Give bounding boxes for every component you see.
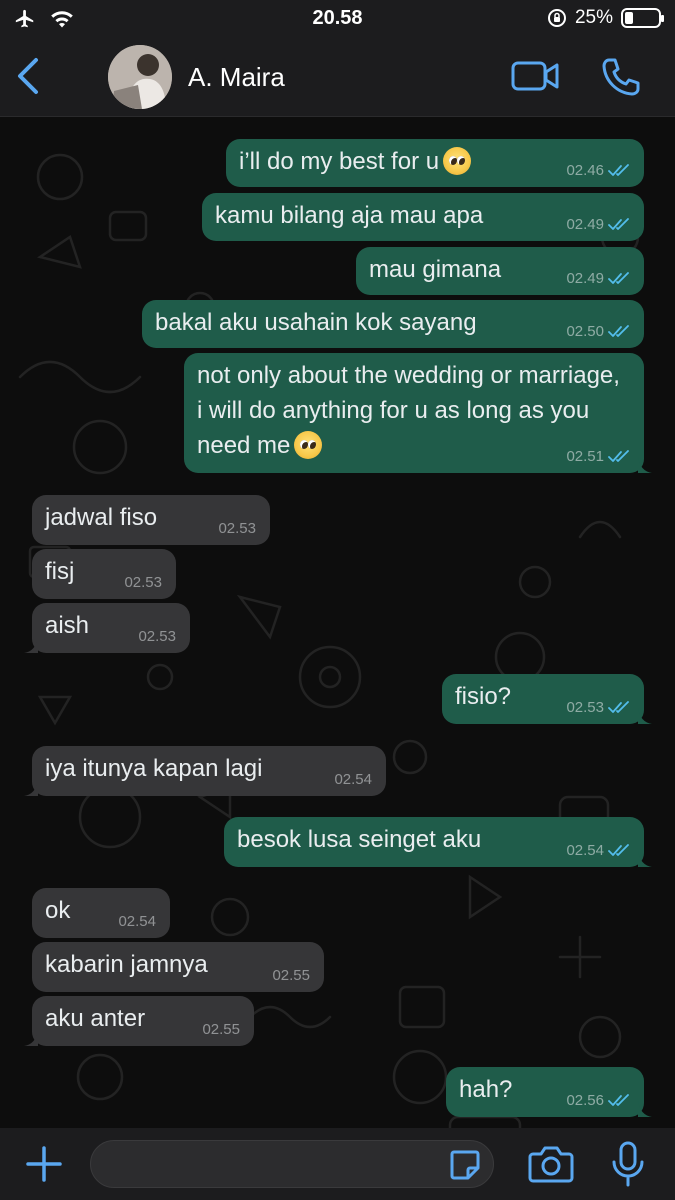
message-text: besok lusa seinget aku (237, 826, 482, 853)
message-time: 02.49 (566, 270, 604, 287)
read-ticks-icon (608, 325, 629, 337)
message-text: hah? (459, 1076, 513, 1103)
message-meta: 02.51 (566, 448, 630, 466)
input-bar (0, 1128, 675, 1200)
camera-icon[interactable] (528, 1144, 574, 1184)
message-text: fisio? (455, 683, 512, 710)
message-text: jadwal fiso (45, 504, 158, 531)
battery-percent: 25% (574, 7, 613, 28)
contact-name[interactable]: A. Maira (188, 62, 285, 93)
incoming-message[interactable]: aku anter 02.55 (24, 996, 254, 1046)
bubble-tail (638, 851, 652, 867)
read-ticks-icon (608, 164, 629, 176)
bubble-tail (24, 1030, 38, 1046)
message-meta: 02.53 (124, 574, 162, 592)
message-time: 02.55 (272, 967, 310, 984)
message-meta: 02.46 (566, 162, 630, 180)
video-camera-icon[interactable] (510, 58, 560, 94)
outgoing-message[interactable]: kamu bilang aja mau apa 02.49 (202, 193, 644, 241)
message-text: kabarin jamnya (45, 951, 208, 978)
read-ticks-icon (608, 272, 629, 284)
message-meta: 02.53 (566, 699, 630, 717)
outgoing-message[interactable]: not only about the wedding or marriage, … (184, 353, 652, 473)
message-meta: 02.55 (272, 967, 310, 985)
message-meta: 02.54 (566, 842, 630, 860)
message-text: i’ll do my best for u (239, 148, 440, 175)
incoming-message[interactable]: jadwal fiso 02.53 (32, 495, 270, 545)
message-meta: 02.54 (334, 771, 372, 789)
message-time: 02.56 (566, 1092, 604, 1109)
read-ticks-icon (608, 1094, 629, 1106)
outgoing-message[interactable]: mau gimana 02.49 (356, 247, 644, 295)
message-text: kamu bilang aja mau apa (215, 202, 484, 229)
message-text: aku anter (45, 1005, 146, 1032)
message-time: 02.54 (334, 771, 372, 788)
message-meta: 02.49 (566, 270, 630, 288)
sticker-icon[interactable] (448, 1148, 482, 1182)
read-ticks-icon (608, 450, 629, 462)
message-text: aish (45, 612, 90, 639)
plus-icon[interactable] (24, 1144, 64, 1184)
microphone-icon[interactable] (610, 1140, 646, 1188)
status-bar: 20.58 25% (0, 0, 675, 38)
outgoing-message[interactable]: besok lusa seinget aku 02.54 (224, 817, 652, 867)
message-meta: 02.53 (218, 520, 256, 538)
message-time: 02.53 (124, 574, 162, 591)
message-meta: 02.53 (138, 628, 176, 646)
battery-icon (621, 8, 664, 28)
bubble-tail (638, 457, 652, 473)
message-time: 02.49 (566, 216, 604, 233)
message-time: 02.55 (202, 1021, 240, 1038)
chat-area[interactable]: i’ll do my best for u 02.46 kamu bilang aj… (0, 117, 675, 1128)
message-time: 02.53 (218, 520, 256, 537)
read-ticks-icon (608, 701, 629, 713)
incoming-message[interactable]: fisj 02.53 (32, 549, 176, 599)
outgoing-message[interactable]: fisio? 02.53 (442, 674, 652, 724)
incoming-message[interactable]: aish 02.53 (24, 603, 190, 653)
message-meta: 02.56 (566, 1092, 630, 1110)
message-text: mau gimana (369, 256, 502, 283)
outgoing-message[interactable]: i’ll do my best for u 02.46 (226, 139, 644, 187)
message-meta: 02.54 (118, 913, 156, 931)
message-meta: 02.55 (202, 1021, 240, 1039)
bubble-tail (638, 1101, 652, 1117)
message-meta: 02.49 (566, 216, 630, 234)
message-time: 02.53 (566, 699, 604, 716)
message-text: bakal aku usahain kok sayang (155, 309, 477, 336)
incoming-message[interactable]: ok 02.54 (32, 888, 170, 938)
bubble-tail (638, 708, 652, 724)
read-ticks-icon (608, 218, 629, 230)
message-text: ok (45, 897, 71, 924)
incoming-message[interactable]: kabarin jamnya 02.55 (32, 942, 324, 992)
outgoing-message[interactable]: hah? 02.56 (446, 1067, 652, 1117)
bubble-tail (24, 637, 38, 653)
message-time: 02.54 (566, 842, 604, 859)
message-meta: 02.50 (566, 323, 630, 341)
pleading-face-emoji-icon (443, 147, 472, 175)
incoming-message[interactable]: iya itunya kapan lagi 02.54 (24, 746, 386, 796)
back-chevron-icon[interactable] (12, 56, 46, 96)
pleading-face-emoji-icon (294, 431, 323, 459)
message-text: fisj (45, 558, 75, 585)
message-input[interactable] (90, 1140, 494, 1188)
message-text: iya itunya kapan lagi (45, 755, 263, 782)
phone-icon[interactable] (600, 56, 642, 98)
bubble-tail (24, 780, 38, 796)
rotation-lock-icon (547, 9, 566, 27)
message-time: 02.53 (138, 628, 176, 645)
message-time: 02.50 (566, 323, 604, 340)
outgoing-message[interactable]: bakal aku usahain kok sayang 02.50 (142, 300, 644, 348)
chat-header: A. Maira (0, 38, 675, 117)
message-time: 02.54 (118, 913, 156, 930)
message-time: 02.46 (566, 162, 604, 179)
avatar[interactable] (108, 45, 172, 109)
read-ticks-icon (608, 844, 629, 856)
message-time: 02.51 (566, 448, 604, 465)
message-text: not only about the wedding or marriage, … (197, 362, 620, 459)
